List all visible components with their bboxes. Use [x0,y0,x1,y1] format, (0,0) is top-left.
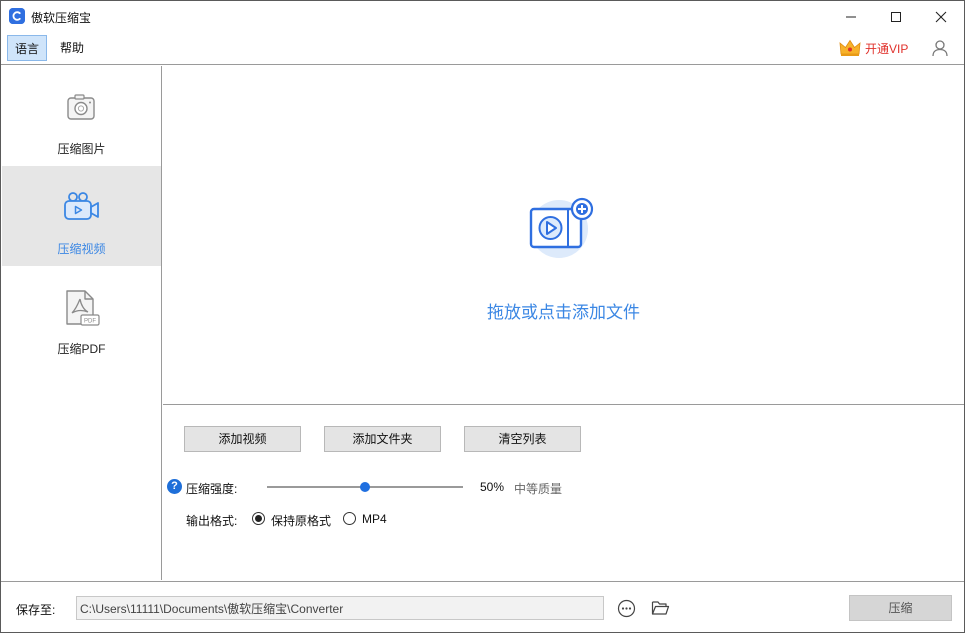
camera-icon [61,88,101,128]
sidebar-item-label: 压缩视频 [57,242,106,256]
maximize-button[interactable] [873,1,919,32]
compression-strength-label: 压缩强度: [186,482,238,496]
options-panel: 添加视频 添加文件夹 清空列表 ? 压缩强度: 50% 中等质量 输出格式: 保… [163,406,964,580]
sidebar-item-compress-image[interactable]: 压缩图片 [2,66,161,166]
radio-selected-dot [255,515,262,522]
close-icon [935,11,947,22]
close-button[interactable] [918,1,964,32]
radio-keep-original[interactable] [252,512,265,525]
video-camera-icon [61,188,101,228]
radio-keep-original-label[interactable]: 保持原格式 [271,512,331,529]
svg-text:PDF: PDF [84,319,96,325]
compression-slider[interactable] [267,482,463,492]
output-path-input[interactable] [76,596,604,620]
radio-mp4[interactable] [343,512,356,525]
menu-bar: 语言 帮助 开通VIP [1,32,964,65]
app-logo-icon [9,8,25,24]
folder-icon [651,601,670,615]
maximize-icon [891,11,901,22]
save-to-label: 保存至: [16,603,56,617]
sidebar-item-label: 压缩PDF [57,342,106,356]
vip-button[interactable]: 开通VIP [839,38,908,58]
clear-list-button[interactable]: 清空列表 [464,426,581,452]
add-video-icon [525,192,601,262]
app-window: 傲软压缩宝 语言 帮助 开通VIP 压缩图片 压缩视频 PDF 压缩PDF 拖放… [0,0,965,633]
menu-language[interactable]: 语言 [7,35,48,61]
radio-mp4-label[interactable]: MP4 [362,512,387,526]
slider-thumb[interactable] [360,482,370,492]
user-icon [932,40,948,57]
add-video-button[interactable]: 添加视频 [184,426,301,452]
open-folder-button[interactable] [651,599,670,617]
help-icon[interactable]: ? [167,479,182,494]
compress-button[interactable]: 压缩 [849,595,952,621]
sidebar-item-compress-video[interactable]: 压缩视频 [2,166,161,266]
minimize-button[interactable] [828,1,874,32]
title-bar: 傲软压缩宝 [1,1,964,32]
compression-percent: 50% [480,480,505,494]
footer-bar: 保存至: 压缩 [1,581,964,632]
sidebar-item-label: 压缩图片 [57,142,106,156]
user-account-button[interactable] [930,38,950,58]
compression-quality-text: 中等质量 [514,482,563,496]
output-format-label: 输出格式: [186,514,238,528]
menu-help[interactable]: 帮助 [53,35,91,61]
more-icon [617,599,636,618]
sidebar-item-compress-pdf[interactable]: PDF 压缩PDF [2,266,161,366]
window-title: 傲软压缩宝 [31,11,92,25]
crown-icon [839,39,861,56]
more-options-button[interactable] [617,599,636,618]
vip-label: 开通VIP [865,41,909,56]
file-drop-zone[interactable]: 拖放或点击添加文件 [163,66,964,405]
add-folder-button[interactable]: 添加文件夹 [324,426,441,452]
pdf-file-icon: PDF [61,288,101,328]
minimize-icon [846,16,856,17]
drop-zone-text: 拖放或点击添加文件 [487,303,640,322]
sidebar: 压缩图片 压缩视频 PDF 压缩PDF [1,66,162,580]
